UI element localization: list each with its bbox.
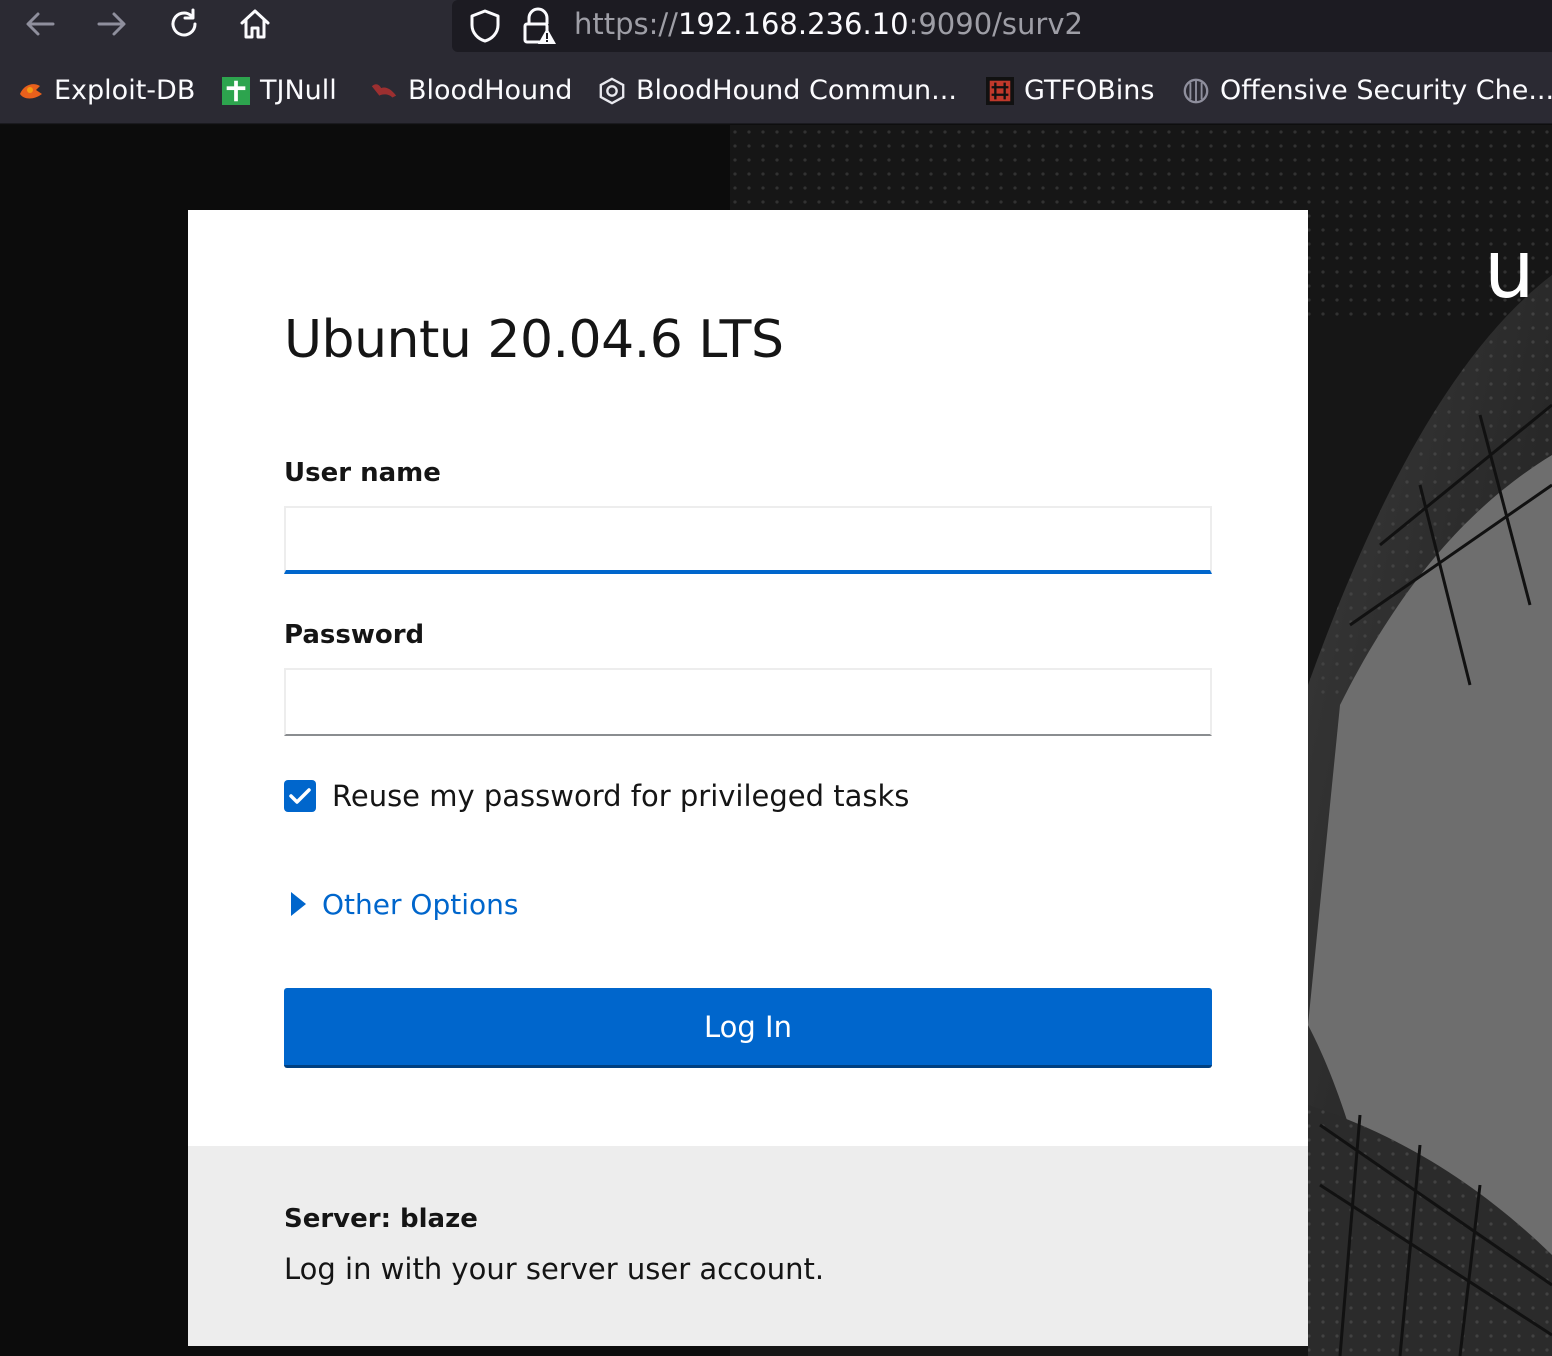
server-name: Server: blaze bbox=[284, 1204, 478, 1234]
page-title: Ubuntu 20.04.6 LTS bbox=[284, 310, 784, 370]
background-brand-text: u bbox=[1484, 223, 1535, 316]
browser-toolbar: https://192.168.236.10:9090/surv2 bbox=[0, 0, 1552, 54]
other-options-label: Other Options bbox=[322, 887, 519, 921]
bookmarks-bar: Exploit-DB TJNull BloodHound BloodHound … bbox=[0, 54, 1552, 124]
home-button[interactable] bbox=[232, 4, 278, 44]
server-help-text: Log in with your server user account. bbox=[284, 1252, 825, 1286]
bookmark-bloodhound-community[interactable]: BloodHound Commun... bbox=[598, 72, 957, 108]
bloodhound-community-icon bbox=[598, 76, 626, 105]
bookmark-label: GTFOBins bbox=[1024, 74, 1155, 106]
caret-right-icon bbox=[291, 892, 306, 916]
password-input[interactable] bbox=[284, 668, 1212, 736]
forward-button[interactable] bbox=[89, 4, 135, 44]
bookmark-gtfobins[interactable]: GTFOBins bbox=[986, 72, 1154, 108]
url-host: 192.168.236.10 bbox=[677, 7, 909, 41]
gtfobins-icon bbox=[986, 76, 1014, 105]
url-text[interactable]: https://192.168.236.10:9090/surv2 bbox=[574, 6, 1083, 42]
bookmark-offsec-cheatsheet[interactable]: Offensive Security Che... bbox=[1182, 72, 1552, 108]
bookmark-exploit-db[interactable]: Exploit-DB bbox=[16, 72, 195, 108]
url-path: :9090/surv2 bbox=[908, 7, 1083, 41]
bloodhound-icon bbox=[370, 76, 398, 104]
bookmark-label: Exploit-DB bbox=[54, 74, 196, 106]
exploit-db-icon bbox=[16, 76, 44, 104]
username-input[interactable] bbox=[284, 506, 1212, 574]
reuse-password-label[interactable]: Reuse my password for privileged tasks bbox=[332, 779, 909, 813]
tjnull-icon bbox=[222, 76, 250, 105]
reuse-password-checkbox[interactable] bbox=[284, 780, 316, 812]
bookmark-bloodhound[interactable]: BloodHound bbox=[370, 72, 572, 108]
login-card: Ubuntu 20.04.6 LTS User name Password Re… bbox=[188, 210, 1308, 1346]
reload-icon bbox=[171, 8, 197, 37]
password-label: Password bbox=[284, 620, 425, 650]
bookmark-label: BloodHound Commun... bbox=[636, 74, 957, 106]
url-scheme: https:// bbox=[574, 7, 678, 41]
back-button[interactable] bbox=[17, 4, 63, 44]
lock-warning-icon[interactable] bbox=[520, 6, 558, 46]
url-bar[interactable]: https://192.168.236.10:9090/surv2 bbox=[452, 0, 1552, 52]
login-footer: Server: blaze Log in with your server us… bbox=[188, 1146, 1308, 1346]
home-icon bbox=[240, 9, 270, 39]
username-label: User name bbox=[284, 458, 441, 488]
reload-button[interactable] bbox=[161, 4, 207, 44]
bookmark-tjnull[interactable]: TJNull bbox=[222, 72, 337, 108]
checkmark-icon bbox=[289, 788, 311, 804]
offsec-icon bbox=[1182, 76, 1210, 104]
forward-icon bbox=[97, 12, 126, 36]
login-button[interactable]: Log In bbox=[284, 988, 1212, 1068]
bookmark-label: Offensive Security Che... bbox=[1220, 74, 1552, 106]
shield-icon[interactable] bbox=[468, 8, 502, 44]
back-icon bbox=[26, 12, 55, 36]
bookmark-label: TJNull bbox=[260, 74, 337, 106]
bookmark-label: BloodHound bbox=[408, 74, 573, 106]
reuse-password-row[interactable]: Reuse my password for privileged tasks bbox=[284, 776, 909, 816]
other-options-toggle[interactable]: Other Options bbox=[288, 884, 518, 924]
